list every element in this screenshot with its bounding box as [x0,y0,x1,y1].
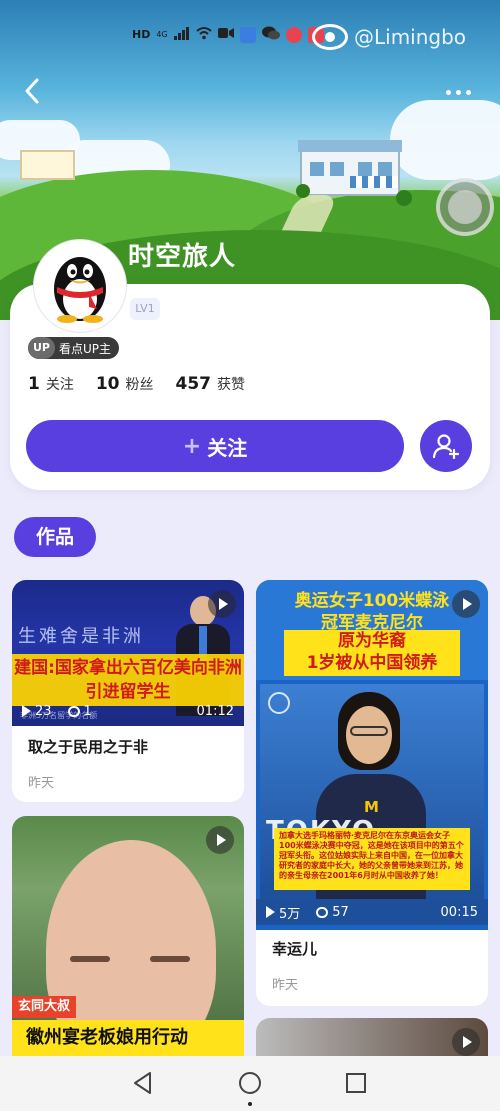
tree [296,184,310,198]
plus-icon: + [182,433,202,459]
headline-line: 原为华裔 [338,631,406,651]
video-card[interactable] [256,1018,488,1056]
video-meta: 23 1 01:12 [12,698,244,724]
play-icon [452,1028,480,1056]
stat-likes: 457 获赞 [176,374,246,394]
play-icon [208,590,236,618]
dot-icon [466,89,471,95]
wechat-icon [261,26,280,43]
comment-count: 57 [332,904,349,920]
house-graphic [20,150,75,180]
video-card[interactable]: 生难舍是非洲 建国:国家拿出六百亿美向非洲引进留学生 非洲5万名留学的名额 23… [12,580,244,802]
network-type: 4G [156,30,168,39]
square-recents-icon [346,1073,366,1093]
stat-label: 关注 [45,377,74,393]
more-options-button[interactable] [446,82,480,102]
profile-stats: 1 关注 10 粉丝 457 获赞 [28,374,245,394]
channel-tag: 玄同大叔 [12,996,77,1018]
nav-indicator [248,1102,252,1106]
stat-label: 粉丝 [125,377,154,393]
video-title: 取之于民用之于非 [28,738,149,756]
watermark-text: @Limingbo [354,25,467,49]
thumbnail-subtitle: 生难舍是非洲 [18,626,144,647]
comment-icon [67,705,80,717]
play-icon [452,590,480,618]
recents-nav-button[interactable] [343,1070,369,1096]
video-thumbnail: 玄同大叔 徽州宴老板娘用行动 [12,816,244,1056]
video-call-icon [217,27,234,42]
eye [70,956,110,962]
play-count: 23 [35,703,52,719]
thumbnail-caption: 建国:国家拿出六百亿美向非洲引进留学生 [14,658,242,702]
video-meta: 5万 57 00:15 [256,899,488,925]
floating-assistive-button[interactable] [436,178,494,236]
back-button[interactable] [18,76,48,106]
eye-icon [312,24,348,50]
add-friend-button[interactable] [420,420,472,472]
status-bar: HD 4G @Limingbo [0,0,500,72]
video-card[interactable]: 玄同大叔 徽州宴老板娘用行动 [12,816,244,1056]
video-duration: 00:15 [440,904,478,920]
video-duration: 01:12 [196,703,234,719]
status-icons: HD 4G [132,26,324,43]
avatar[interactable] [34,240,126,332]
thumbnail-caption: 徽州宴老板娘用行动 [12,1020,244,1056]
photo-frame: M TOKYO 加拿大选手玛格丽特·麦克尼尔在东京奥运会女子100米蝶泳决赛中夺… [260,684,484,902]
back-nav-button[interactable] [130,1070,156,1096]
up-tag: UP [28,337,55,359]
tree [396,190,412,206]
level-badge: LV1 [130,298,160,320]
circle-home-icon [239,1072,261,1094]
headline-panel: 奥运女子100米蝶泳 冠军麦克尼尔 原为华裔 1岁被从中国领养 [256,580,488,680]
tab-works[interactable]: 作品 [14,517,96,557]
follow-button-label: 关注 [207,435,248,460]
m-logo-icon: M [364,798,379,816]
video-thumbnail: 生难舍是非洲 建国:国家拿出六百亿美向非洲引进留学生 非洲5万名留学的名额 23… [12,580,244,726]
stat-label: 获赞 [217,377,246,393]
comment-count: 1 [83,703,92,719]
play-icon [206,826,234,854]
watermark: @Limingbo [312,24,466,50]
olympic-logo-icon [268,692,290,714]
add-user-icon [432,434,460,460]
headline-line: 1岁被从中国领养 [306,653,438,673]
building-graphic [298,140,402,196]
cloud [390,100,500,180]
dot-icon [446,89,451,95]
stat-value: 1 [28,374,40,394]
shield-icon [239,26,256,43]
stat-followers[interactable]: 10 粉丝 [96,374,154,394]
stat-following[interactable]: 1 关注 [28,374,74,394]
play-count: 5万 [279,906,301,922]
video-title: 幸运儿 [272,940,318,958]
video-thumbnail: 奥运女子100米蝶泳 冠军麦克尼尔 原为华裔 1岁被从中国领养 M TOKYO … [256,580,488,930]
triangle-back-icon [134,1072,151,1094]
home-nav-button[interactable] [237,1070,263,1096]
follow-button[interactable]: + 关注 [26,420,404,472]
play-count-icon [22,705,31,717]
eye [150,956,190,962]
penguin-avatar-icon [54,257,106,323]
stat-value: 10 [95,374,120,394]
glasses-icon [350,726,388,736]
hd-indicator: HD [132,28,151,41]
wifi-icon [195,26,212,43]
signal-icon [173,26,190,43]
video-date: 昨天 [272,978,299,993]
video-date: 昨天 [28,776,55,791]
profile-username: 时空旅人 [128,242,237,272]
stat-value: 457 [175,374,212,394]
video-thumbnail [256,1018,488,1056]
chevron-left-icon [25,78,39,104]
comment-icon [316,906,329,918]
play-count-icon [266,906,275,918]
caption-box: 加拿大选手玛格丽特·麦克尼尔在东京奥运会女子100米蝶泳决赛中夺冠，这是她在该项… [274,828,470,890]
headline-box: 原为华裔 1岁被从中国领养 [284,630,460,676]
dot-icon [456,89,461,95]
app-notification-icon [285,26,302,43]
video-card[interactable]: 奥运女子100米蝶泳 冠军麦克尼尔 原为华裔 1岁被从中国领养 M TOKYO … [256,580,488,1006]
up-creator-badge: UP 看点UP主 [28,337,120,359]
up-badge-label: 看点UP主 [59,341,112,356]
